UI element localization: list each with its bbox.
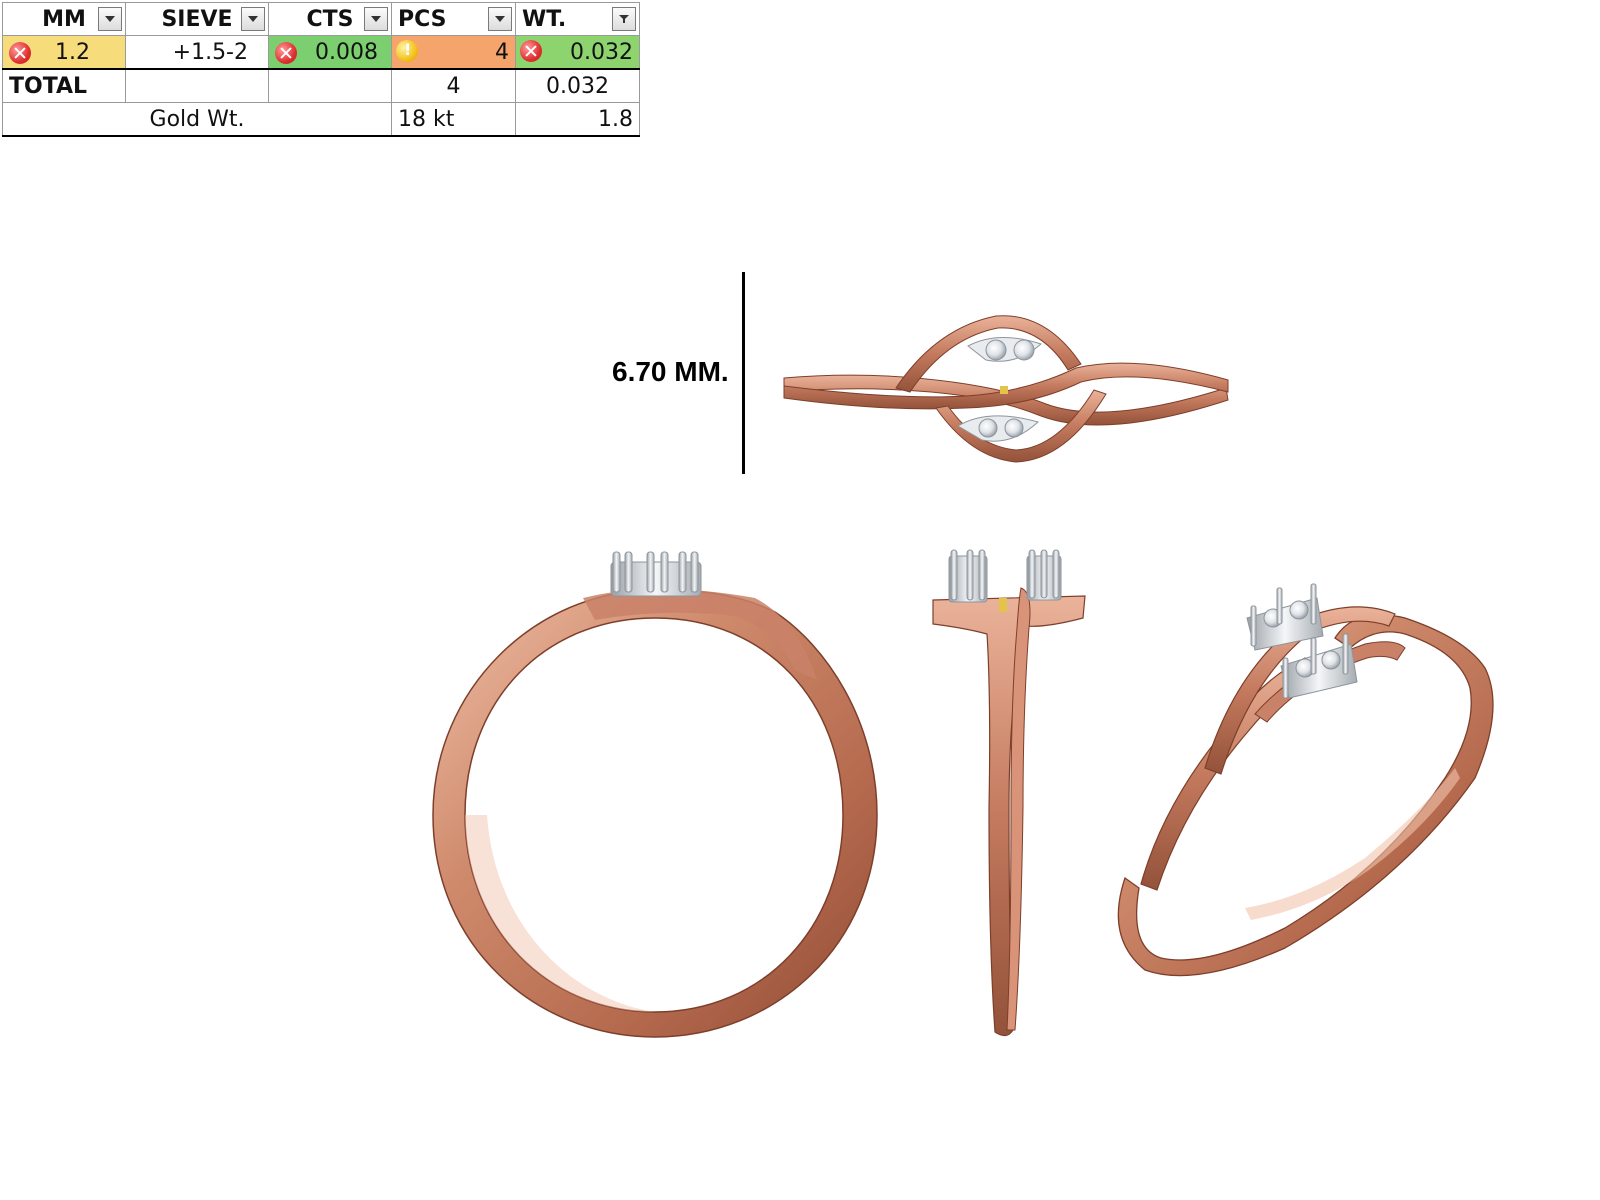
header-mm: MM bbox=[2, 2, 126, 36]
cell-pcs: 4 bbox=[391, 35, 516, 70]
cell-sieve: +1.5-2 bbox=[125, 35, 269, 70]
ring-perspective-view bbox=[1117, 583, 1494, 977]
header-sieve: SIEVE bbox=[125, 2, 269, 36]
filter-funnel-icon[interactable] bbox=[612, 7, 636, 31]
cell-cts: 0.008 bbox=[268, 35, 392, 70]
dropdown-arrow-icon[interactable] bbox=[488, 7, 512, 31]
table-row-stone: 1.2 +1.5-2 0.008 4 0.032 bbox=[2, 35, 640, 70]
stone-spec-table: MM SIEVE CTS PCS WT. 1.2 +1.5-2 0.008 4 … bbox=[2, 2, 640, 137]
header-wt: WT. bbox=[515, 2, 640, 36]
dropdown-arrow-icon[interactable] bbox=[241, 7, 265, 31]
header-pcs: PCS bbox=[391, 2, 516, 36]
gold-karat: 18 kt bbox=[391, 102, 516, 137]
gold-weight-value: 1.8 bbox=[515, 102, 640, 137]
cell-wt: 0.032 bbox=[515, 35, 640, 70]
height-dimension-line bbox=[742, 272, 745, 474]
header-cts: CTS bbox=[268, 2, 392, 36]
ring-side-view bbox=[932, 549, 1086, 1037]
total-pcs: 4 bbox=[391, 68, 516, 103]
total-wt: 0.032 bbox=[515, 68, 640, 103]
stone-setting-right bbox=[1026, 549, 1062, 601]
error-icon bbox=[9, 41, 31, 64]
error-icon bbox=[275, 41, 297, 64]
dropdown-arrow-icon[interactable] bbox=[98, 7, 122, 31]
gold-weight-label: Gold Wt. bbox=[2, 102, 392, 137]
total-empty-cell bbox=[125, 68, 269, 103]
total-label: TOTAL bbox=[2, 68, 126, 103]
total-empty-cell bbox=[268, 68, 392, 103]
dropdown-arrow-icon[interactable] bbox=[364, 7, 388, 31]
table-row-gold: Gold Wt. 18 kt 1.8 bbox=[2, 102, 640, 137]
stone-setting-left bbox=[948, 549, 988, 603]
ring-front-view bbox=[432, 551, 878, 1038]
error-icon bbox=[520, 40, 542, 62]
warning-icon bbox=[396, 40, 418, 62]
table-header-row: MM SIEVE CTS PCS WT. bbox=[2, 2, 640, 36]
table-row-total: TOTAL 4 0.032 bbox=[2, 68, 640, 103]
height-dimension-label: 6.70 MM. bbox=[612, 356, 729, 387]
cell-mm: 1.2 bbox=[2, 35, 126, 70]
ring-top-view bbox=[783, 315, 1229, 463]
stone-setting bbox=[610, 551, 702, 597]
